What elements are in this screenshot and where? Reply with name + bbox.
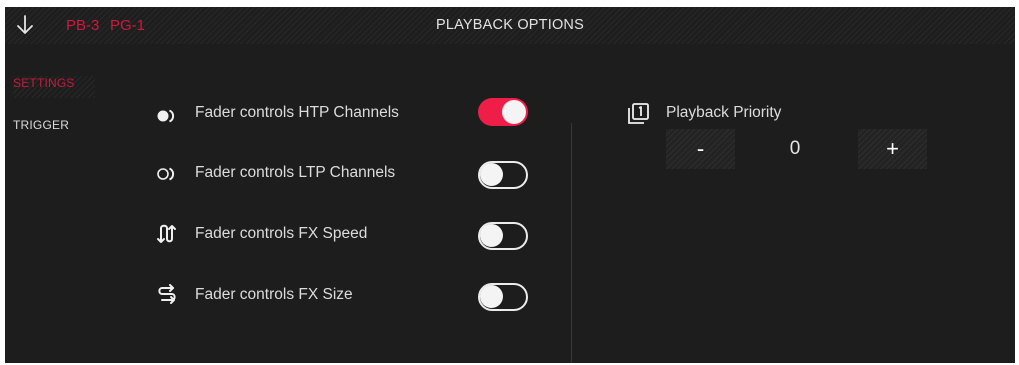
priority-value: 0 — [789, 138, 801, 159]
toggle-knob — [480, 224, 503, 247]
fx-size-label: Fader controls FX Size — [195, 286, 353, 303]
htp-channels-label: Fader controls HTP Channels — [195, 104, 399, 121]
sidebar-item-settings[interactable]: SETTINGS — [13, 76, 95, 98]
playback-options-panel: PB-3 PG-1 PLAYBACK OPTIONS SETTINGS TRIG… — [5, 7, 1015, 363]
column-divider — [571, 123, 572, 363]
toggle-knob — [480, 163, 503, 186]
htp-channels-icon — [155, 106, 179, 126]
htp-channels-toggle[interactable] — [478, 98, 528, 126]
priority-icon — [628, 103, 649, 124]
playback-priority-label: Playback Priority — [666, 104, 782, 121]
ltp-channels-label: Fader controls LTP Channels — [195, 164, 396, 181]
header-bar: PB-3 PG-1 PLAYBACK OPTIONS — [5, 7, 1015, 44]
toggle-knob — [480, 285, 503, 308]
priority-increment-button[interactable]: + — [858, 129, 927, 169]
page-title: PLAYBACK OPTIONS — [436, 17, 584, 33]
priority-decrement-button[interactable]: - — [666, 129, 735, 169]
fx-size-toggle[interactable] — [478, 283, 528, 311]
toggle-knob — [502, 100, 526, 124]
fx-speed-label: Fader controls FX Speed — [195, 225, 368, 242]
ltp-channels-toggle[interactable] — [478, 161, 528, 189]
sidebar-item-trigger[interactable]: TRIGGER — [13, 118, 69, 132]
fx-speed-icon — [155, 224, 179, 244]
fx-speed-toggle[interactable] — [478, 222, 528, 250]
ltp-channels-icon — [155, 164, 179, 184]
fx-size-icon — [155, 284, 179, 305]
